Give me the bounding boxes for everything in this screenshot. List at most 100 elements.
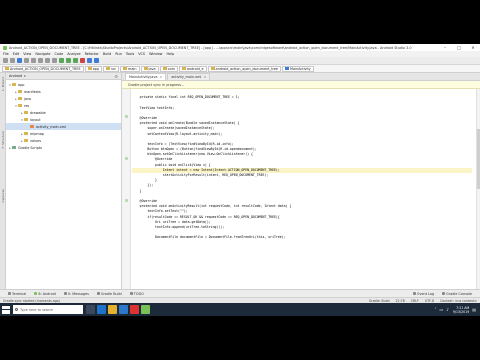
menu-run[interactable]: Run	[115, 52, 122, 56]
menu-build[interactable]: Build	[103, 52, 112, 56]
close-tab-icon[interactable]: ×	[159, 75, 162, 79]
cut-icon[interactable]	[38, 58, 43, 63]
chevron-up-icon[interactable]: ˄	[435, 307, 437, 312]
tab-activity-main-xml[interactable]: activity_main.xml ×	[167, 73, 211, 80]
menu-tools[interactable]: Tools	[126, 52, 134, 56]
override-marker-icon[interactable]	[125, 199, 128, 202]
breadcrumb-project[interactable]: Android_ACTION_OPEN_DOCUMENT_TREE	[2, 65, 84, 72]
save-all-icon[interactable]	[10, 58, 15, 63]
tree-item-label: values	[30, 138, 42, 143]
tree-item[interactable]: ▾ res	[6, 102, 121, 109]
stop-icon[interactable]	[80, 58, 85, 63]
breadcrumb-class[interactable]: MainActivity	[282, 65, 314, 72]
menu-help[interactable]: Help	[166, 52, 174, 56]
todo-tool-button[interactable]: TODO	[129, 292, 144, 296]
breadcrumb-java[interactable]: java	[140, 65, 159, 72]
menu-code[interactable]: Code	[55, 52, 64, 56]
minimize-icon[interactable]: –	[438, 44, 452, 51]
sync-icon[interactable]	[17, 58, 22, 63]
messages-tool-button[interactable]: 0: Messages	[63, 292, 89, 296]
gear-icon[interactable]: ⚙	[114, 74, 118, 79]
breadcrumb-subpackage[interactable]: android_action_open_document_tree	[207, 65, 282, 72]
breadcrumb-package[interactable]: android_e	[178, 65, 207, 72]
context-indicator[interactable]: Context: <no context>	[440, 299, 477, 303]
chrome-icon[interactable]	[130, 305, 139, 314]
clock[interactable]: 7:21 AM 9/13/2019	[453, 306, 469, 314]
run-icon[interactable]	[66, 58, 71, 63]
android-studio-taskbar-icon[interactable]	[141, 305, 150, 314]
menu-window[interactable]: Window	[149, 52, 162, 56]
gradle-console-button[interactable]: Gradle Console	[442, 292, 472, 296]
editor-scrollbar[interactable]	[476, 89, 480, 289]
code-line[interactable]	[132, 272, 472, 277]
sdk-manager-icon[interactable]	[94, 58, 99, 63]
folder-icon	[18, 90, 22, 93]
windows-start-icon[interactable]	[2, 305, 10, 314]
task-view-icon[interactable]	[86, 305, 95, 314]
undo-icon[interactable]	[24, 58, 29, 63]
open-folder-icon[interactable]	[3, 58, 8, 63]
copy-icon[interactable]	[45, 58, 50, 63]
chevron-down-icon[interactable]: ▾	[24, 74, 26, 78]
tree-item[interactable]: ▾ layout	[6, 116, 121, 123]
project-view-selector[interactable]: Android	[9, 74, 22, 78]
override-marker-icon[interactable]	[125, 115, 128, 118]
tree-item[interactable]: ▸ manifests	[6, 88, 121, 95]
tree-item[interactable]: activity_main.xml	[6, 123, 121, 130]
menu-navigate[interactable]: Navigate	[35, 52, 50, 56]
tree-item[interactable]: ▸ Gradle Scripts	[6, 144, 121, 151]
desktop-screen: Android_ACTION_OPEN_DOCUMENT_TREE - [C:\…	[0, 44, 480, 316]
menu-analyze[interactable]: Analyze	[67, 52, 80, 56]
code-area[interactable]: private static final int REQ_OPEN_DOCUME…	[132, 90, 472, 288]
override-marker-icon[interactable]	[125, 157, 128, 160]
breadcrumb-com[interactable]: com	[159, 65, 178, 72]
debug-icon[interactable]	[73, 58, 78, 63]
maximize-icon[interactable]: □	[452, 44, 466, 51]
terminal-tool-button[interactable]: Terminal	[8, 292, 26, 296]
line-separator[interactable]: CRLF	[411, 299, 419, 303]
folder-icon	[12, 83, 16, 86]
android-tool-button[interactable]: 6: Android	[34, 292, 56, 296]
breadcrumb-src[interactable]: src	[103, 65, 120, 72]
tree-item[interactable]: ▸ values	[6, 137, 121, 144]
volume-icon[interactable]: ♪	[446, 307, 449, 312]
file-explorer-icon[interactable]	[108, 305, 117, 314]
tree-item-label: activity_main.xml	[36, 124, 66, 129]
cursor-position[interactable]: 22:78	[396, 299, 405, 303]
menu-refactor[interactable]: Refactor	[85, 52, 99, 56]
event-log-button[interactable]: Event Log	[413, 292, 434, 296]
tab-mainactivity[interactable]: MainActivity.java ×	[125, 73, 167, 80]
hammer-icon	[96, 292, 100, 295]
close-icon[interactable]: ✕	[466, 44, 480, 51]
tree-item[interactable]: ▾ app	[6, 81, 121, 88]
menu-edit[interactable]: Edit	[13, 52, 20, 56]
breadcrumb-app[interactable]: app	[84, 65, 103, 72]
avd-manager-icon[interactable]	[87, 58, 92, 63]
menu-file[interactable]: File	[3, 52, 9, 56]
make-project-icon[interactable]	[59, 58, 64, 63]
captures-tool-tab[interactable]: Captures	[1, 189, 5, 203]
structure-tool-tab[interactable]: 7: Structure	[1, 131, 5, 149]
paste-icon[interactable]	[52, 58, 57, 63]
event-log-icon	[413, 292, 417, 295]
background-task[interactable]: Gradle: Build	[369, 299, 390, 303]
tree-item[interactable]: ▸ java	[6, 95, 121, 102]
menu-view[interactable]: View	[23, 52, 31, 56]
gradle-build-tool-button[interactable]: Gradle Build	[96, 292, 122, 296]
tree-item[interactable]: ▸ drawable	[6, 109, 121, 116]
tree-item[interactable]: ▸ mipmap	[6, 130, 121, 137]
file-encoding[interactable]: UTF-8	[425, 299, 434, 303]
close-tab-icon[interactable]: ×	[203, 75, 206, 79]
network-icon[interactable]: ▭	[440, 307, 444, 312]
notifications-icon[interactable]: ▤	[472, 307, 476, 312]
store-icon[interactable]	[119, 305, 128, 314]
taskbar-search-box[interactable]: Type here to search	[13, 305, 83, 314]
android-icon	[34, 292, 38, 295]
breadcrumb-main[interactable]: main	[120, 65, 140, 72]
edge-browser-icon[interactable]	[97, 305, 106, 314]
redo-icon[interactable]	[31, 58, 36, 63]
menu-vcs[interactable]: VCS	[138, 52, 145, 56]
project-tool-tab[interactable]: 1: Project	[1, 77, 5, 91]
tree-item-label: res	[24, 103, 30, 108]
tree-item-label: drawable	[30, 110, 46, 115]
